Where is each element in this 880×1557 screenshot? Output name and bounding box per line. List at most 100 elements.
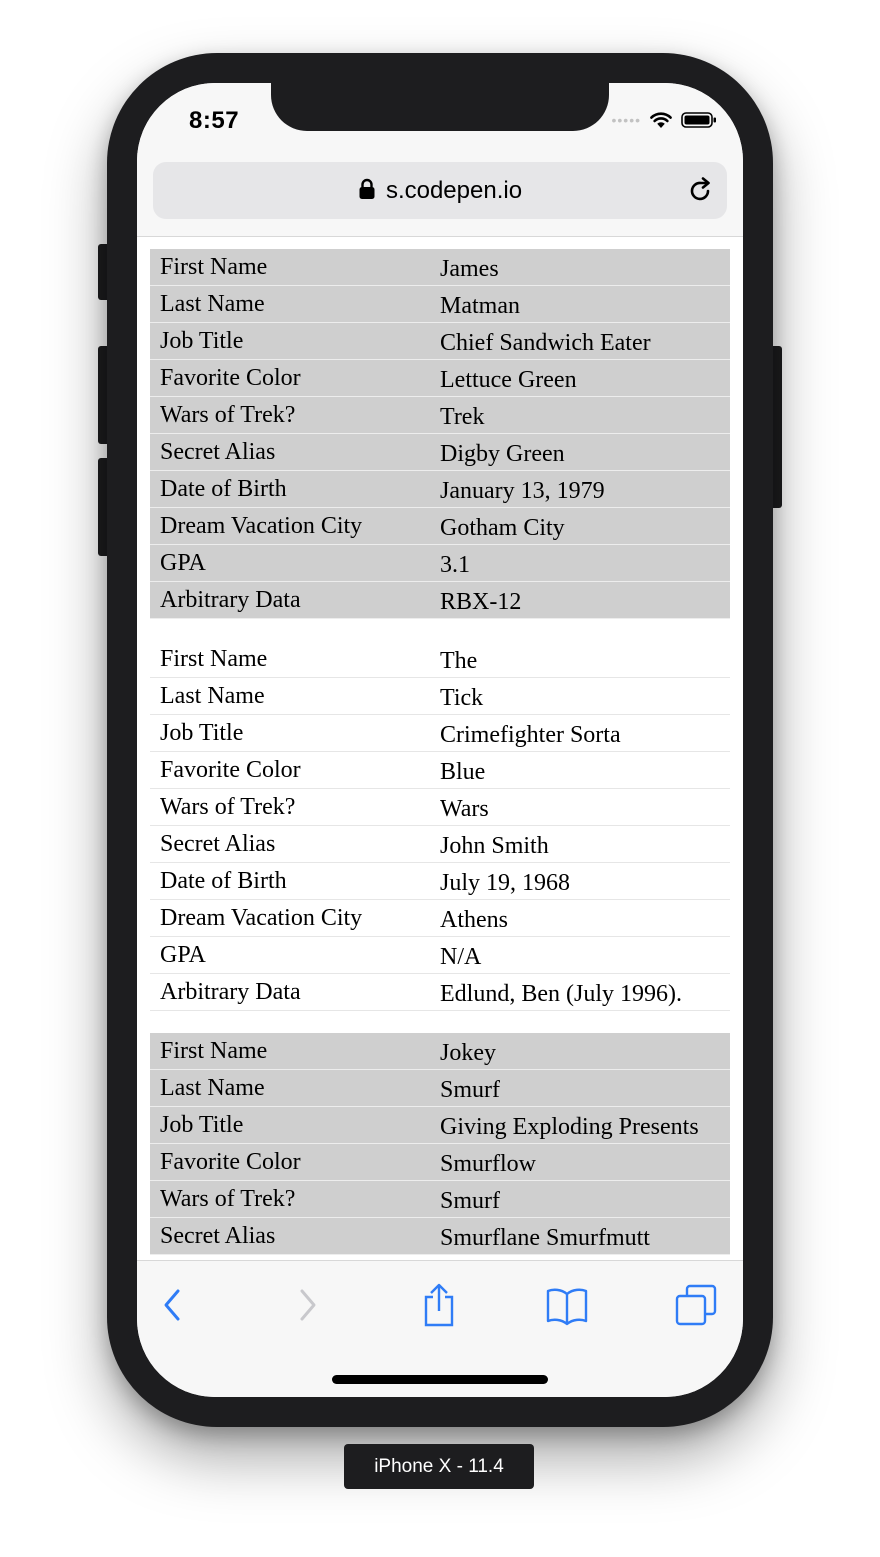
field-value: Smurf (430, 1069, 730, 1107)
field-value: Athens (430, 899, 730, 937)
field-label: Arbitrary Data (150, 973, 430, 1011)
table-row: Secret Alias John Smith (150, 825, 730, 863)
field-label: Job Title (150, 1106, 430, 1144)
table-row: Last Name Matman (150, 285, 730, 323)
notch (271, 83, 609, 131)
table-row: GPA N/A (150, 936, 730, 974)
field-label: Secret Alias (150, 1217, 430, 1255)
table-row: Last Name Smurf (150, 1069, 730, 1107)
signal-icon: ••••• (611, 112, 641, 128)
field-value: July 19, 1968 (430, 862, 730, 900)
field-label: Secret Alias (150, 433, 430, 471)
table-row: Secret Alias Smurflane Smurfmutt (150, 1217, 730, 1255)
field-value: Edlund, Ben (July 1996). (430, 973, 730, 1011)
field-value: RBX-12 (430, 581, 730, 619)
table-row: Wars of Trek? Smurf (150, 1180, 730, 1218)
field-label: Wars of Trek? (150, 788, 430, 826)
field-label: Wars of Trek? (150, 396, 430, 434)
status-indicators: ••••• (611, 111, 717, 129)
page-content: First Name James Last Name Matman Job Titl… (150, 249, 730, 1277)
device-label: iPhone X - 11.4 (344, 1444, 534, 1489)
record-table-3: First Name Jokey Last Name Smurf Job Title… (150, 1033, 730, 1255)
field-value: The (430, 641, 730, 678)
table-row: Favorite Color Blue (150, 751, 730, 789)
field-label: First Name (150, 249, 430, 286)
field-label: Favorite Color (150, 1143, 430, 1181)
table-row: First Name Jokey (150, 1033, 730, 1070)
tabs-icon[interactable] (674, 1283, 718, 1327)
forward-icon[interactable] (285, 1283, 329, 1327)
simulator-stage: 8:57 ••••• s.codepen.io First Name James… (0, 0, 880, 1557)
field-value: 3.1 (430, 544, 730, 582)
field-value: Jokey (430, 1033, 730, 1070)
battery-icon (681, 112, 716, 128)
table-row: Dream Vacation City Gotham City (150, 507, 730, 545)
field-label: Last Name (150, 285, 430, 323)
field-value: Matman (430, 285, 730, 323)
field-label: Job Title (150, 322, 430, 360)
table-row: First Name The (150, 641, 730, 678)
field-value: Wars (430, 788, 730, 826)
field-value: Tick (430, 677, 730, 715)
field-value: January 13, 1979 (430, 470, 730, 508)
table-row: First Name James (150, 249, 730, 286)
home-indicator[interactable] (332, 1375, 548, 1384)
field-value: Chief Sandwich Eater (430, 322, 730, 360)
phone-screen: 8:57 ••••• s.codepen.io First Name James… (137, 83, 743, 1397)
field-value: N/A (430, 936, 730, 974)
field-label: Date of Birth (150, 862, 430, 900)
table-row: Arbitrary Data Edlund, Ben (July 1996). (150, 973, 730, 1011)
field-value: Gotham City (430, 507, 730, 545)
bookmarks-icon[interactable] (545, 1283, 589, 1327)
back-icon[interactable] (151, 1283, 195, 1327)
table-row: GPA 3.1 (150, 544, 730, 582)
address-bar[interactable]: s.codepen.io (153, 162, 727, 219)
field-value: Giving Exploding Presents (430, 1106, 730, 1144)
table-row: Date of Birth January 13, 1979 (150, 470, 730, 508)
url-display: s.codepen.io (153, 177, 727, 205)
field-label: Favorite Color (150, 751, 430, 789)
field-label: Date of Birth (150, 470, 430, 508)
lock-icon (359, 178, 375, 199)
table-row: Favorite Color Smurflow (150, 1143, 730, 1181)
field-value: Smurf (430, 1180, 730, 1218)
field-label: Dream Vacation City (150, 899, 430, 937)
url-text: s.codepen.io (385, 177, 523, 204)
field-value: Crimefighter Sorta (430, 714, 730, 752)
status-time: 8:57 (189, 107, 240, 134)
record-table-1: First Name James Last Name Matman Job Titl… (150, 249, 730, 619)
share-icon[interactable] (417, 1283, 461, 1327)
field-label: First Name (150, 1033, 430, 1070)
table-row: Job Title Giving Exploding Presents (150, 1106, 730, 1144)
table-row: Arbitrary Data RBX-12 (150, 581, 730, 619)
field-value: Smurflane Smurfmutt (430, 1217, 730, 1255)
field-label: Arbitrary Data (150, 581, 430, 619)
field-label: Last Name (150, 677, 430, 715)
field-value: Digby Green (430, 433, 730, 471)
table-row: Last Name Tick (150, 677, 730, 715)
table-row: Job Title Crimefighter Sorta (150, 714, 730, 752)
field-label: Secret Alias (150, 825, 430, 863)
field-label: Last Name (150, 1069, 430, 1107)
record-table-2: First Name The Last Name Tick Job Title Cri… (150, 641, 730, 1011)
field-label: Wars of Trek? (150, 1180, 430, 1218)
table-row: Dream Vacation City Athens (150, 899, 730, 937)
field-value: Blue (430, 751, 730, 789)
safari-toolbar (137, 1260, 743, 1397)
table-row: Wars of Trek? Wars (150, 788, 730, 826)
field-label: Job Title (150, 714, 430, 752)
wifi-icon (650, 112, 672, 128)
table-row: Wars of Trek? Trek (150, 396, 730, 434)
reload-icon[interactable] (687, 176, 715, 204)
field-value: Lettuce Green (430, 359, 730, 397)
table-row: Favorite Color Lettuce Green (150, 359, 730, 397)
field-label: First Name (150, 641, 430, 678)
field-label: Favorite Color (150, 359, 430, 397)
table-row: Secret Alias Digby Green (150, 433, 730, 471)
table-row: Date of Birth July 19, 1968 (150, 862, 730, 900)
field-label: GPA (150, 544, 430, 582)
field-value: John Smith (430, 825, 730, 863)
field-value: Trek (430, 396, 730, 434)
field-label: Dream Vacation City (150, 507, 430, 545)
field-value: James (430, 249, 730, 286)
